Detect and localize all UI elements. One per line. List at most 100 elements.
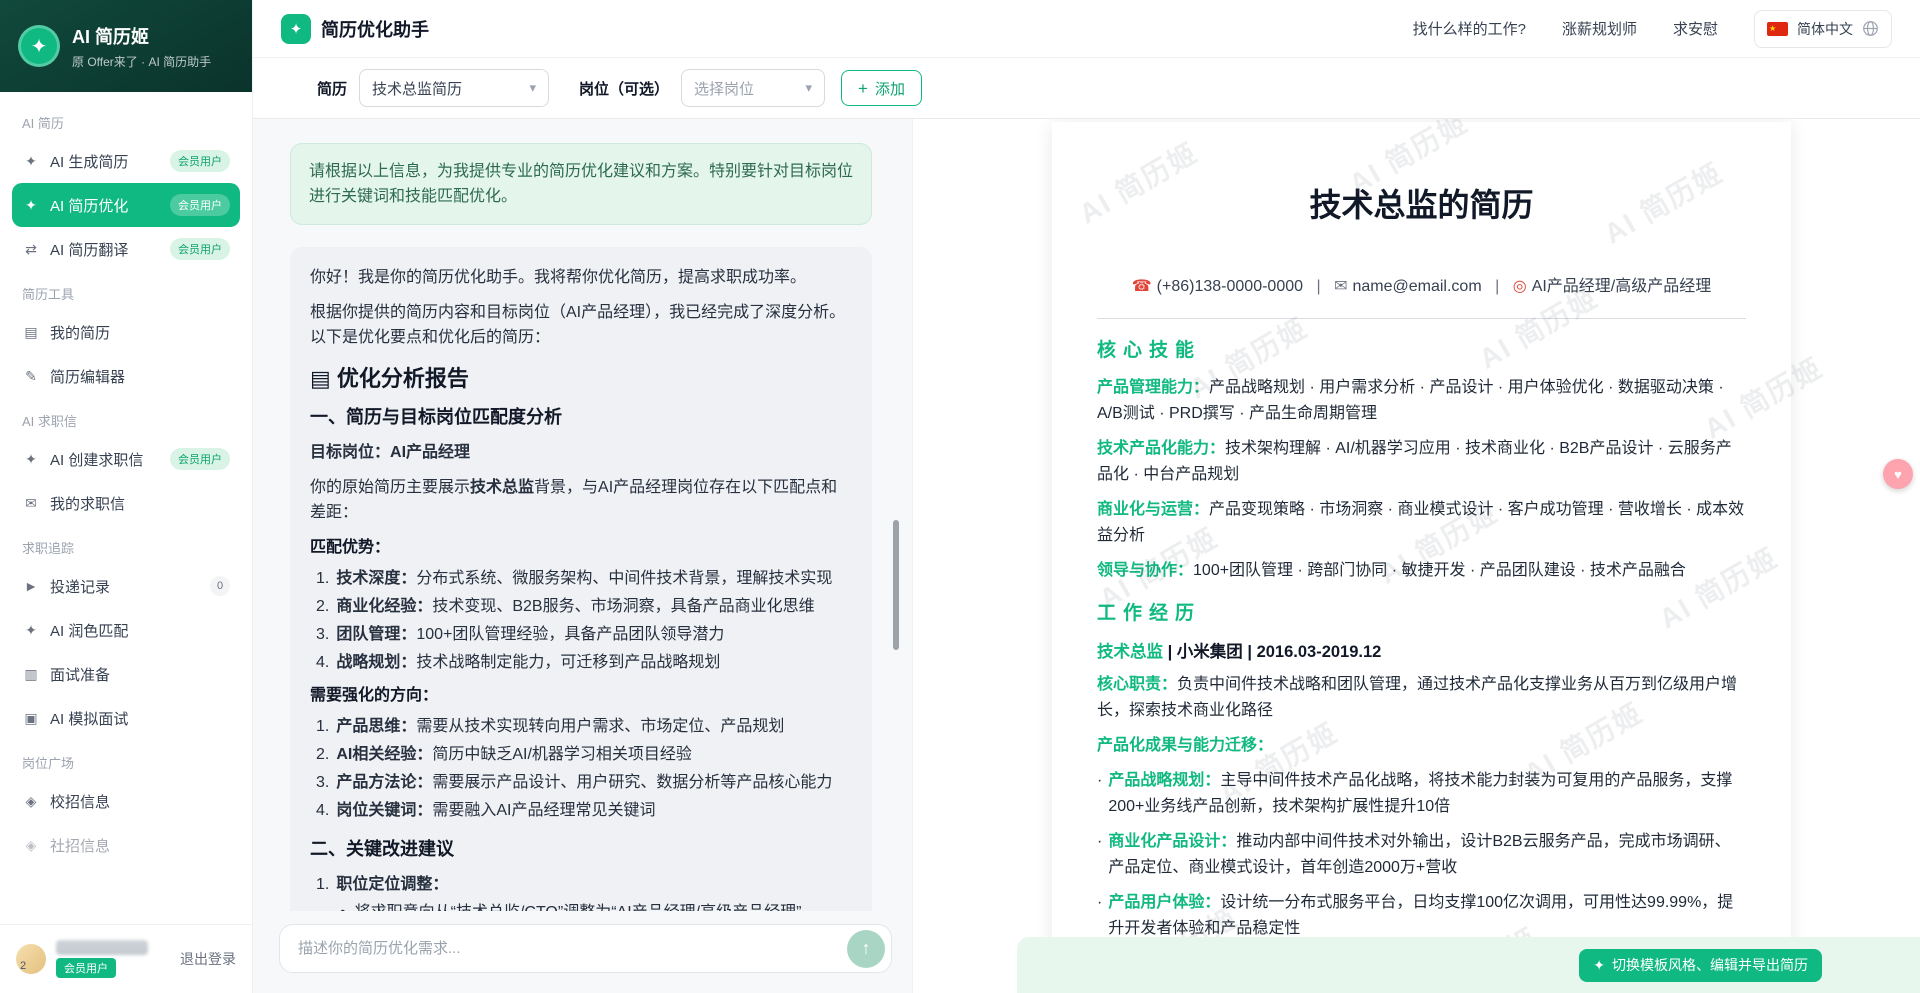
skills-heading: 核心技能 — [1097, 335, 1746, 362]
sparkle-icon: ✦ — [1593, 957, 1605, 974]
sparkle-icon: ✦ — [290, 20, 303, 38]
transfer-heading: 产品化成果与能力迁移： — [1097, 733, 1746, 759]
sidebar-item-label: AI 生成简历 — [50, 151, 128, 172]
graduation-icon: ◈ — [22, 793, 40, 810]
sidebar: ✦ AI 简历姬 原 Offer来了 · AI 简历助手 AI 简历 ✦ AI … — [0, 0, 253, 993]
china-flag-icon: ★ — [1767, 22, 1788, 36]
sidebar-item-ai-mock-interview[interactable]: ▣ AI 模拟面试 — [12, 696, 240, 740]
sidebar-item-ai-create-cover-letter[interactable]: ✦ AI 创建求职信 会员用户 — [12, 437, 240, 481]
sidebar-item-label: AI 润色匹配 — [50, 620, 128, 641]
section-label-resume-tools: 简历工具 — [12, 271, 240, 310]
app-subtitle: 原 Offer来了 · AI 简历助手 — [72, 53, 211, 70]
user-message: 请根据以上信息，为我提供专业的简历优化建议和方案。特别要针对目标岗位进行关键词和… — [290, 143, 872, 225]
main-area: ✦ 简历优化助手 找什么样的工作? 涨薪规划师 求安慰 ★ 简体中文 简历 技术… — [253, 0, 1920, 993]
bullet-icon: • — [340, 900, 346, 911]
sidebar-item-ai-generate-resume[interactable]: ✦ AI 生成简历 会员用户 — [12, 139, 240, 183]
sidebar-item-label: AI 模拟面试 — [50, 708, 128, 729]
job-select-placeholder: 选择岗位 — [694, 78, 754, 99]
sidebar-item-ai-translate-resume[interactable]: ⇄ AI 简历翻译 会员用户 — [12, 227, 240, 271]
paper-plane-icon: ► — [22, 578, 40, 594]
chat-scrollbar-thumb[interactable] — [893, 520, 899, 650]
list-item: 1.产品思维：需要从技术实现转向用户需求、市场定位、产品规划 — [316, 714, 852, 739]
sparkles-icon: ✦ — [22, 197, 40, 214]
dot-icon: · — [1097, 768, 1102, 820]
sidebar-item-label: 校招信息 — [50, 791, 110, 812]
add-button-label: 添加 — [875, 78, 905, 99]
member-badge: 会员用户 — [56, 958, 116, 978]
advantages-label: 匹配优势： — [310, 535, 852, 560]
work-bullet: ·产品用户体验：设计统一分布式服务平台，日均支撑100亿次调用，可用性达99.9… — [1097, 890, 1746, 942]
sidebar-item-my-resumes[interactable]: ▤ 我的简历 — [12, 310, 240, 354]
sidebar-user-footer: 2 会员用户 退出登录 — [0, 924, 252, 993]
list-item: 2.商业化经验：技术变现、B2B服务、市场洞察，具备产品商业化思维 — [316, 594, 852, 619]
list-item: 2.AI相关经验：简历中缺乏AI/机器学习相关项目经验 — [316, 742, 852, 767]
nav-link-salary-planner[interactable]: 涨薪规划师 — [1562, 18, 1637, 39]
optimizer-app-icon: ✦ — [281, 14, 311, 44]
chat-panel: 请根据以上信息，为我提供专业的简历优化建议和方案。特别要针对目标岗位进行关键词和… — [253, 119, 912, 993]
section-label-job-plaza: 岗位广场 — [12, 740, 240, 779]
page-title: 简历优化助手 — [321, 16, 429, 42]
chat-input[interactable] — [298, 940, 847, 957]
sidebar-item-ai-polish-match[interactable]: ✦ AI 润色匹配 — [12, 608, 240, 652]
member-badge: 会员用户 — [170, 150, 230, 172]
resume-select[interactable]: 技术总监简历 ▾ — [359, 69, 549, 107]
sidebar-item-ai-optimize-resume[interactable]: ✦ AI 简历优化 会员用户 — [12, 183, 240, 227]
list-item: 1.职位定位调整： — [316, 872, 852, 897]
sidebar-header: ✦ AI 简历姬 原 Offer来了 · AI 简历助手 — [0, 0, 252, 92]
sidebar-item-my-cover-letters[interactable]: ✉ 我的求职信 — [12, 481, 240, 525]
sidebar-item-label: 我的简历 — [50, 322, 110, 343]
nav-link-comfort[interactable]: 求安慰 — [1673, 18, 1718, 39]
sidebar-item-label: 我的求职信 — [50, 493, 125, 514]
sidebar-item-resume-editor[interactable]: ✎ 简历编辑器 — [12, 354, 240, 398]
sidebar-item-label: 社招信息 — [50, 835, 110, 856]
resume-select-value: 技术总监简历 — [372, 78, 462, 99]
report-title: ▤ 优化分析报告 — [310, 366, 852, 391]
job-select[interactable]: 选择岗位 ▾ — [681, 69, 825, 107]
resume-contact-line: ☎(+86)138-0000-0000 | ✉name@email.com | … — [1097, 272, 1746, 296]
skill-line: 领导与协作：100+团队管理 · 跨部门协同 · 敏捷开发 · 产品团队建设 ·… — [1097, 558, 1746, 584]
intro-line: 你的原始简历主要展示技术总监背景，与AI产品经理岗位存在以下匹配点和差距： — [310, 475, 852, 525]
sparkles-icon: ✦ — [22, 153, 40, 170]
avatar-text: 2 — [20, 960, 26, 972]
nav-link-what-job[interactable]: 找什么样的工作? — [1413, 18, 1526, 39]
envelope-icon: ✉ — [22, 495, 40, 512]
content-row: 请根据以上信息，为我提供专业的简历优化建议和方案。特别要针对目标岗位进行关键词和… — [253, 119, 1920, 993]
work-bullet: ·产品战略规划：主导中间件技术产品化战略，将技术能力封装为可复用的产品服务，支撑… — [1097, 768, 1746, 820]
resume-preview-panel: AI 简历姬 AI 简历姬 AI 简历姬 AI 简历姬 AI 简历姬 AI 简历… — [912, 119, 1920, 993]
count-badge: 0 — [210, 576, 230, 596]
section-2-title: 二、关键改进建议 — [310, 837, 852, 862]
chevron-down-icon: ▾ — [529, 80, 536, 96]
top-header: ✦ 简历优化助手 找什么样的工作? 涨薪规划师 求安慰 ★ 简体中文 — [253, 0, 1920, 58]
switch-template-export-button[interactable]: ✦ 切换模板风格、编辑并导出简历 — [1579, 949, 1822, 982]
sparkles-icon: ✦ — [22, 451, 40, 468]
sidebar-item-label: AI 简历翻译 — [50, 239, 128, 260]
job-select-label: 岗位（可选） — [579, 78, 669, 99]
chat-input-area: ↑ — [253, 911, 912, 993]
assistant-message: 你好！我是你的简历优化助手。我将帮你优化简历，提高求职成功率。 根据你提供的简历… — [290, 247, 872, 911]
language-selector[interactable]: ★ 简体中文 — [1754, 10, 1892, 48]
target-job-line: 目标岗位：AI产品经理 — [310, 440, 852, 465]
nav-bottom-fade — [0, 890, 252, 924]
document-icon: ▤ — [22, 324, 40, 341]
avatar[interactable]: 2 — [16, 944, 46, 974]
dot-icon: · — [1097, 890, 1102, 942]
sidebar-item-label: 投递记录 — [50, 576, 110, 597]
resume-title: 技术总监的简历 — [1097, 180, 1746, 226]
sidebar-item-campus-recruitment[interactable]: ◈ 校招信息 — [12, 779, 240, 823]
sidebar-item-application-records[interactable]: ► 投递记录 0 — [12, 564, 240, 608]
user-message-text: 请根据以上信息，为我提供专业的简历优化建议和方案。特别要针对目标岗位进行关键词和… — [309, 163, 853, 205]
top-nav: 找什么样的工作? 涨薪规划师 求安慰 ★ 简体中文 — [1413, 10, 1892, 48]
add-job-button[interactable]: + 添加 — [841, 70, 922, 106]
send-button[interactable]: ↑ — [847, 930, 885, 968]
skill-line: 产品管理能力：产品战略规划 · 用户需求分析 · 产品设计 · 用户体验优化 ·… — [1097, 375, 1746, 427]
sidebar-item-interview-prep[interactable]: ▥ 面试准备 — [12, 652, 240, 696]
app-root: ✦ AI 简历姬 原 Offer来了 · AI 简历助手 AI 简历 ✦ AI … — [0, 0, 1920, 993]
list-item: 1.技术深度：分布式系统、微服务架构、中间件技术背景，理解技术实现 — [316, 566, 852, 591]
sparkle-icon: ✦ — [31, 34, 48, 59]
sidebar-item-social-recruitment[interactable]: ◈ 社招信息 — [12, 823, 240, 867]
floating-comfort-button[interactable]: ♥ — [1883, 459, 1913, 489]
skill-line: 商业化与运营：产品变现策略 · 市场洞察 · 商业模式设计 · 客户成功管理 ·… — [1097, 497, 1746, 549]
book-icon: ▥ — [22, 666, 40, 683]
logout-button[interactable]: 退出登录 — [180, 949, 236, 969]
preview-footer-bar: ✦ 切换模板风格、编辑并导出简历 — [1017, 937, 1920, 993]
